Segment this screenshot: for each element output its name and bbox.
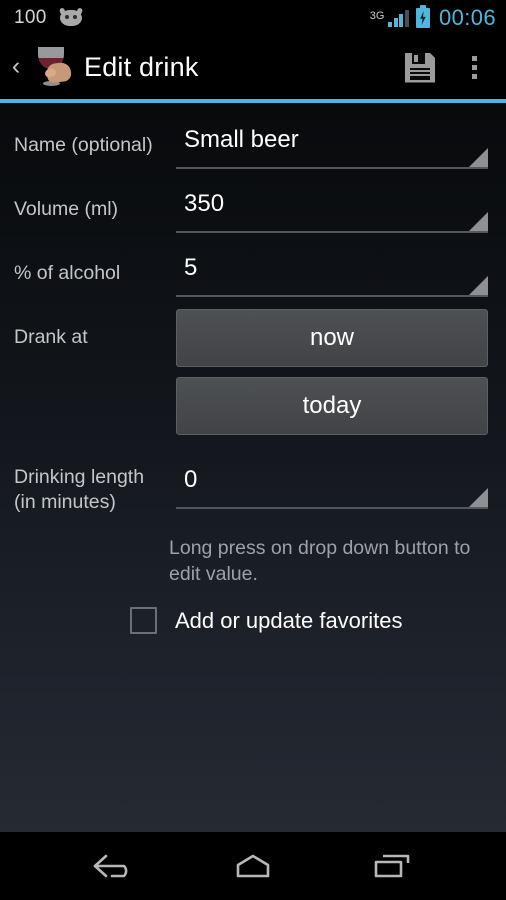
android-screen: 100 3G 00:06 ‹ Edit drink Name (optional… — [0, 0, 506, 900]
alcohol-label: % of alcohol — [14, 262, 121, 284]
battery-percent-label: 100 — [14, 7, 47, 28]
form-row-name: Name (optional) Small beer — [14, 117, 488, 169]
dropdown-triangle-icon[interactable] — [469, 148, 488, 167]
drank-at-buttons: now today — [176, 309, 488, 445]
volume-label: Volume (ml) — [14, 198, 119, 220]
status-bar-right: 3G 00:06 — [370, 5, 496, 31]
nav-recents-button[interactable] — [355, 843, 429, 889]
form-row-drank-at: Drank at now today — [14, 309, 488, 445]
volume-value: 350 — [184, 190, 225, 217]
wine-glass-icon[interactable] — [30, 44, 74, 92]
drank-at-label: Drank at — [14, 326, 88, 348]
drinking-length-value: 0 — [184, 466, 198, 493]
battery-charging-icon — [415, 5, 430, 28]
floppy-disk-icon — [405, 52, 435, 83]
name-value: Small beer — [184, 126, 299, 153]
clock-label: 00:06 — [438, 5, 496, 30]
nav-back-button[interactable] — [77, 843, 151, 889]
time-button[interactable]: now — [176, 309, 488, 367]
edit-drink-form: Name (optional) Small beer Volume (ml) 3… — [0, 103, 506, 832]
signal-bars-icon — [388, 9, 409, 27]
drinking-length-label-line2: (in minutes) — [14, 491, 116, 513]
name-spinner[interactable]: Small beer — [176, 117, 488, 169]
status-bar: 100 3G 00:06 — [0, 0, 506, 36]
overflow-menu-icon[interactable] — [448, 56, 500, 79]
nav-home-button[interactable] — [216, 843, 290, 889]
name-label: Name (optional) — [14, 134, 153, 156]
action-bar: ‹ Edit drink — [0, 36, 506, 99]
navigation-bar — [0, 832, 506, 900]
home-icon — [236, 854, 270, 878]
favorites-label: Add or update favorites — [175, 607, 403, 633]
hint-text: Long press on drop down button to edit v… — [169, 537, 471, 585]
status-bar-left: 100 — [14, 7, 370, 29]
back-chevron-icon[interactable]: ‹ — [4, 53, 28, 82]
page-title: Edit drink — [84, 52, 199, 82]
alcohol-value: 5 — [184, 254, 198, 281]
recents-icon — [375, 854, 410, 878]
back-arrow-icon — [93, 854, 128, 878]
volume-spinner[interactable]: 350 — [176, 181, 488, 233]
drinking-length-spinner[interactable]: 0 — [176, 457, 488, 509]
dropdown-triangle-icon[interactable] — [469, 488, 488, 507]
favorites-checkbox[interactable] — [130, 607, 157, 634]
form-row-drinking-length: Drinking length (in minutes) 0 — [14, 457, 488, 515]
form-row-volume: Volume (ml) 350 — [14, 181, 488, 233]
form-row-alcohol: % of alcohol 5 — [14, 245, 488, 297]
date-button[interactable]: today — [176, 377, 488, 435]
drinking-length-label: Drinking length (in minutes) — [14, 457, 176, 515]
hint-row: Long press on drop down button to edit v… — [14, 535, 488, 587]
favorites-checkbox-row[interactable]: Add or update favorites — [130, 607, 488, 634]
network-type-label: 3G — [369, 10, 385, 22]
alcohol-spinner[interactable]: 5 — [176, 245, 488, 297]
dropdown-triangle-icon[interactable] — [469, 276, 488, 295]
android-head-icon — [58, 7, 84, 27]
drinking-length-label-line1: Drinking length — [14, 466, 145, 488]
dropdown-triangle-icon[interactable] — [469, 212, 488, 231]
save-button[interactable] — [392, 52, 448, 83]
